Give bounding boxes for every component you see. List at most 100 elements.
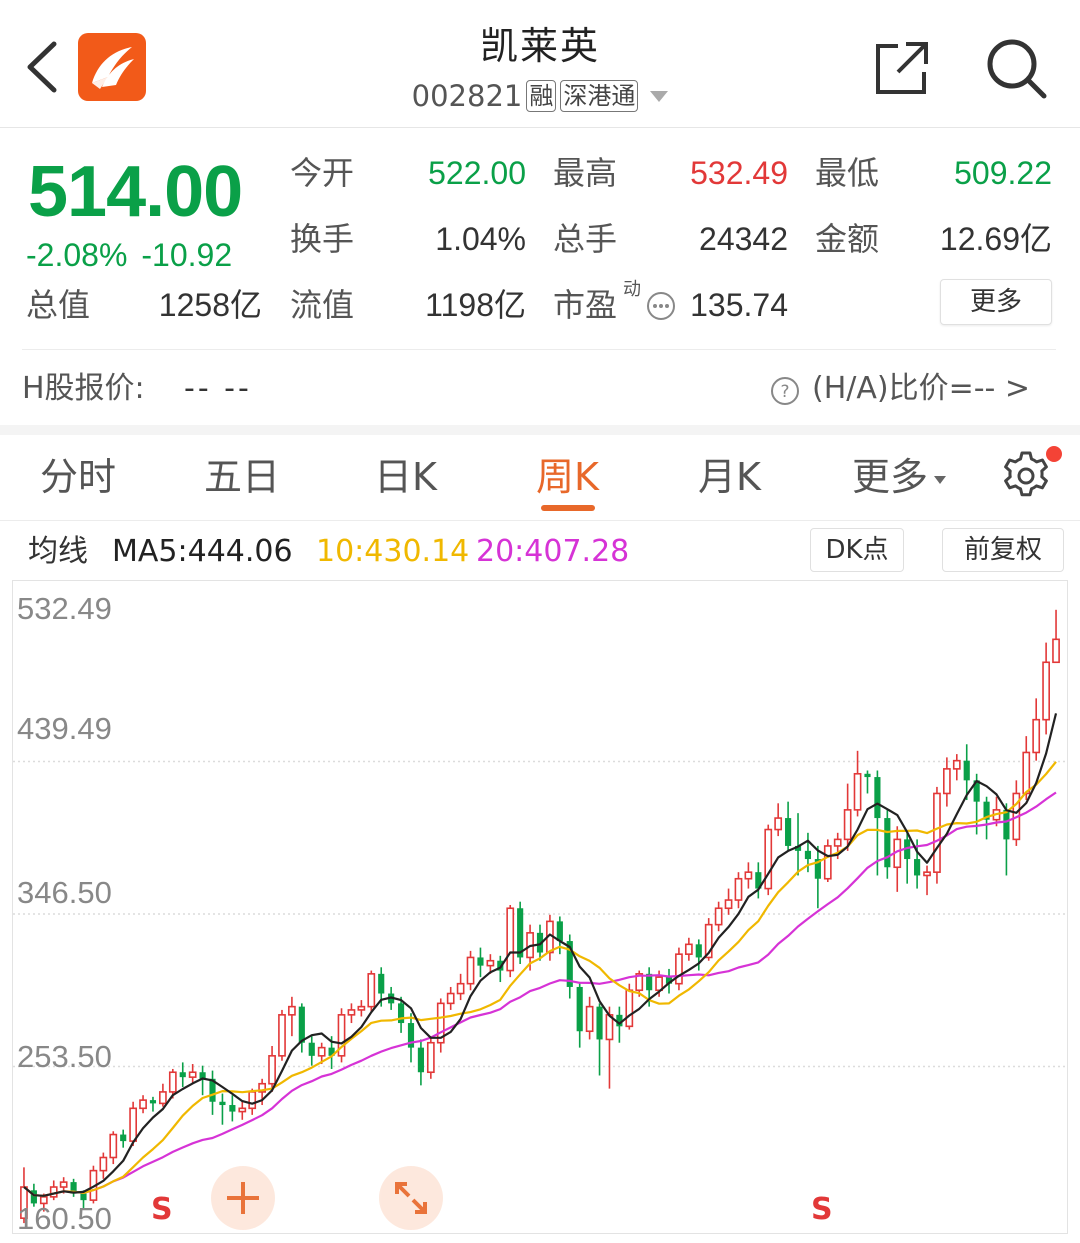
candle-body-up [159,1091,167,1105]
help-icon[interactable]: ? [770,376,800,406]
chevron-down-icon[interactable] [650,90,669,102]
quote-panel: 514.00 -2.08% -10.92 今开 522.00 最高 532.49 … [0,129,1080,425]
candle-body-down [397,1003,405,1024]
caret-down-icon [934,475,947,484]
price-change: -2.08% -10.92 [26,235,232,275]
candle-body-up [188,1071,197,1078]
candle-body-up [317,1046,326,1057]
stock-code-row[interactable]: 002821 融 深港通 [300,78,780,114]
section-gap [0,425,1080,435]
candle-body-down [229,1105,236,1112]
y-tick-label: 439.49 [17,711,112,746]
candle-body-up [139,1099,147,1110]
share-icon[interactable] [872,38,932,98]
expand-icon[interactable] [379,1166,443,1230]
pe-label: 市盈 [553,286,618,324]
candle-body-up [833,838,842,847]
candle-body-up [288,1005,296,1016]
more-info-icon[interactable] [646,291,676,321]
candle-body-up [952,759,961,770]
open-value: 522.00 [428,155,526,191]
search-icon[interactable] [984,36,1048,100]
candle-body-down [874,777,881,819]
ma-label[interactable]: 均线 [28,532,88,572]
market-cap-label: 总值 [26,286,91,324]
sell-signal-marker: S [811,1192,833,1227]
tab-weekly-k[interactable]: 周K [536,453,599,501]
candle-body-down [417,1047,424,1073]
connect-tag: 深港通 [560,80,639,112]
candle-body-up [675,953,683,985]
ma10-value: 10:430.14 [316,534,470,569]
candle-body-up [109,1133,118,1159]
candle-body-down [695,944,702,958]
high-label: 最高 [553,154,618,192]
period-tabs: 分时 五日 日K 周K 月K 更多 [0,435,1080,521]
turnover-value: 1.04% [435,221,526,257]
candle-body-down [864,773,871,778]
ha-ratio-link[interactable]: (H/A)比价=-- > [812,369,1030,409]
candle-body-down [963,760,970,781]
low-label: 最低 [815,154,880,192]
kline-chart[interactable]: 532.49 439.49 346.50 253.50 160.50 S S [12,580,1068,1234]
candle-body-up [1052,638,1060,664]
candle-body-up [456,982,465,995]
candle-body-up [942,768,951,795]
ma-legend-row: 均线 MA5:444.06 10:430.14 20:407.28 DK点 前复… [0,522,1080,580]
change-percent: -2.08% [26,237,128,273]
stock-name: 凯莱英 [479,24,600,68]
candle-body-up [744,871,753,880]
amount-label: 金额 [815,220,880,258]
more-stats-button[interactable]: 更多 [940,279,1052,325]
candle-body-up [1042,661,1050,721]
tab-more-label: 更多 [852,455,929,499]
tab-more[interactable]: 更多 [852,453,947,501]
float-cap-label: 流值 [290,286,355,324]
high-value: 532.49 [690,155,788,191]
candle-body-up [823,845,832,880]
candle-body-up [585,1005,594,1033]
candle-body-up [426,1041,435,1074]
gear-icon[interactable] [1000,450,1052,502]
candle-body-up [248,1091,257,1110]
candle-body-down [378,973,385,994]
market-cap-value: 1258亿 [158,287,262,323]
margin-tag: 融 [526,80,557,112]
y-tick-label: 160.50 [17,1201,112,1234]
candle-body-down [477,957,484,966]
candle-body-down [556,921,563,942]
tab-five-day[interactable]: 五日 [204,453,280,501]
candle-body-down [120,1134,127,1142]
h-share-value: -- -- [184,371,252,406]
svg-text:?: ? [780,382,789,402]
candle-body-down [596,1006,603,1040]
candle-body-up [843,809,852,841]
candle-body-up [466,956,475,985]
add-indicator-button[interactable] [211,1166,275,1230]
candle-body-up [1022,751,1031,795]
tab-daily-k[interactable]: 日K [374,453,437,501]
candle-body-up [168,1071,177,1093]
candle-body-up [268,1055,276,1085]
candle-body-down [1003,809,1010,840]
tab-intraday[interactable]: 分时 [40,453,116,501]
candle-body-up [506,907,515,972]
volume-value: 24342 [699,221,788,257]
stock-title: 凯莱英 002821 融 深港通 [300,20,780,114]
back-icon[interactable] [18,36,68,98]
dk-point-button[interactable]: DK点 [810,528,904,572]
kline-canvas [13,609,1067,1224]
candle-body-up [853,772,862,811]
app-logo-icon[interactable] [78,33,146,101]
candle-body-up [99,1156,108,1172]
turnover-label: 换手 [290,220,355,258]
candle-body-down [149,1100,157,1104]
stock-code: 002821 [411,79,523,113]
candle-body-down [785,818,792,846]
adjust-mode-button[interactable]: 前复权 [942,528,1064,572]
candle-body-up [655,976,663,992]
tab-monthly-k[interactable]: 月K [698,453,761,501]
candle-body-up [933,792,941,873]
candle-body-up [49,1186,58,1198]
candle-body-down [308,1042,315,1056]
